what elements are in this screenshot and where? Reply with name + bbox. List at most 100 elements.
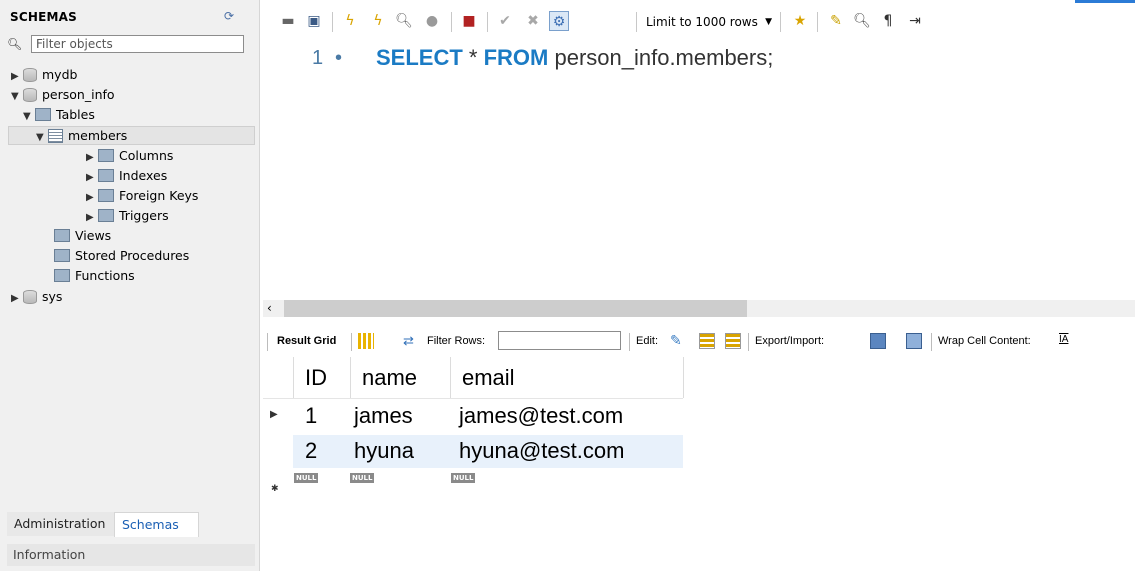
folder-icon [54, 269, 70, 282]
information-panel-header[interactable]: Information ::::::::::::::::::::::::::::… [7, 544, 255, 566]
filter-objects-bar: 🔍︎ [7, 34, 247, 56]
schemas-header: SCHEMAS ⟳ [0, 0, 259, 32]
add-snippet-icon[interactable]: ★ [790, 11, 810, 31]
tree-item-sys[interactable]: ▶ sys [11, 287, 62, 306]
tree-item-members[interactable]: ▼ members [36, 126, 127, 145]
tree-item-label: Columns [119, 148, 174, 163]
tree-item-triggers[interactable]: ▶ Triggers [86, 206, 169, 225]
result-grid: ID name email ▶ 1 james james@test.com 2… [263, 357, 1135, 497]
column-header-email[interactable]: email [462, 365, 515, 391]
explain-icon[interactable]: 🔍︎ [394, 11, 414, 31]
schema-navigator: SCHEMAS ⟳ 🔍︎ ▶mydb ▼person_info ▼Tables … [0, 0, 260, 571]
null-badge[interactable]: NULL [294, 473, 319, 483]
folder-icon [98, 209, 114, 222]
folder-icon [35, 108, 51, 121]
execute-icon[interactable]: ϟ [340, 11, 360, 31]
import-icon[interactable] [906, 333, 922, 349]
tree-item-label: Tables [56, 107, 95, 122]
execute-current-icon[interactable]: ϟ [368, 11, 388, 31]
table-row[interactable]: 2 hyuna hyuna@test.com [293, 435, 683, 468]
folder-icon [98, 169, 114, 182]
expand-arrow-icon[interactable]: ▶ [86, 168, 98, 187]
scroll-left-icon[interactable]: ‹ [267, 300, 272, 317]
column-header-name[interactable]: name [362, 365, 417, 391]
save-icon[interactable]: ▣ [304, 11, 324, 31]
tree-item-foreign-keys[interactable]: ▶ Foreign Keys [86, 186, 198, 205]
columns-folder-icon [98, 149, 114, 162]
expand-arrow-icon[interactable]: ▶ [11, 289, 23, 308]
tab-schemas[interactable]: Schemas [114, 512, 199, 537]
tree-item-functions[interactable]: Functions [42, 266, 135, 285]
sql-editor[interactable]: 1 • SELECT * FROM person_info.members; [263, 42, 1135, 297]
tree-item-label: Foreign Keys [119, 188, 199, 203]
collapse-arrow-icon[interactable]: ▼ [11, 87, 23, 106]
cell-name[interactable]: james [354, 403, 413, 429]
search-icon: 🔍︎ [7, 37, 23, 51]
collapse-arrow-icon[interactable]: ▼ [23, 107, 35, 126]
expand-arrow-icon[interactable]: ▶ [86, 148, 98, 167]
invisible-chars-icon[interactable]: ¶ [878, 11, 898, 31]
tree-item-stored-procedures[interactable]: Stored Procedures [42, 246, 189, 265]
result-grid-tab[interactable]: Result Grid [277, 335, 336, 347]
tab-administration[interactable]: Administration [7, 512, 120, 536]
find-icon[interactable]: 🔍︎ [852, 11, 872, 31]
database-icon [23, 289, 37, 304]
commit-icon[interactable]: ✔ [495, 11, 515, 31]
toggle-error-icon[interactable]: ■ [459, 11, 479, 31]
stop-icon[interactable]: ● [422, 11, 442, 31]
expand-arrow-icon[interactable]: ▶ [86, 188, 98, 207]
rollback-icon[interactable]: ✖ [523, 11, 543, 31]
column-header-id[interactable]: ID [305, 365, 327, 391]
sql-statement[interactable]: SELECT * FROM person_info.members; [376, 45, 773, 71]
new-row-marker-icon: ✱ [271, 483, 279, 493]
wrap-lines-icon[interactable]: ⇥ [905, 11, 925, 31]
cell-id[interactable]: 1 [305, 403, 317, 429]
refresh-icon[interactable]: ⟳ [224, 9, 234, 23]
filter-objects-input[interactable] [31, 35, 244, 53]
sidebar-tabs: Administration Schemas [7, 512, 255, 537]
sql-keyword-from: FROM [483, 45, 549, 70]
expand-arrow-icon[interactable]: ▶ [11, 67, 23, 86]
open-folder-icon[interactable]: ▬ [278, 11, 298, 31]
expand-arrow-icon[interactable]: ▶ [86, 208, 98, 227]
refresh-icon[interactable]: ⇄ [403, 333, 414, 349]
cell-id[interactable]: 2 [305, 438, 317, 464]
beautify-icon[interactable]: ✎ [826, 11, 846, 31]
sql-keyword-select: SELECT [376, 45, 463, 70]
filter-rows-label: Filter Rows: [427, 335, 486, 347]
cell-name[interactable]: hyuna [354, 438, 414, 464]
export-icon[interactable] [870, 333, 886, 349]
tree-item-label: Functions [75, 268, 135, 283]
tree-item-label: Triggers [119, 208, 169, 223]
tree-item-label: mydb [42, 67, 78, 82]
table-row[interactable]: ▶ 1 james james@test.com [263, 400, 683, 433]
filter-rows-input[interactable] [498, 331, 621, 350]
edit-row-icon[interactable]: ✎ [670, 332, 682, 349]
null-badge[interactable]: NULL [451, 473, 476, 483]
scrollbar-thumb[interactable] [284, 300, 747, 317]
tree-item-mydb[interactable]: ▶ mydb [11, 65, 77, 84]
collapse-arrow-icon[interactable]: ▼ [36, 128, 48, 147]
folder-icon [98, 189, 114, 202]
add-row-icon[interactable] [699, 333, 715, 349]
tree-item-indexes[interactable]: ▶ Indexes [86, 166, 167, 185]
tree-item-views[interactable]: Views [42, 226, 111, 245]
grid-view-icon[interactable] [358, 333, 374, 349]
cell-email[interactable]: hyuna@test.com [459, 438, 624, 464]
tree-item-tables[interactable]: ▼ Tables [23, 105, 95, 124]
editor-horizontal-scrollbar[interactable]: ‹ [263, 300, 1135, 317]
autocommit-icon[interactable]: ⚙ [549, 11, 569, 31]
limit-rows-select[interactable]: Limit to 1000 rows ▼ [646, 13, 774, 31]
tree-item-label: members [68, 128, 128, 143]
tree-item-label: Stored Procedures [75, 248, 190, 263]
limit-rows-label: Limit to 1000 rows [646, 15, 758, 29]
folder-icon [54, 229, 70, 242]
wrap-cell-toggle-icon[interactable]: IA [1059, 334, 1068, 345]
tree-item-person-info[interactable]: ▼ person_info [11, 85, 115, 104]
database-icon [23, 67, 37, 82]
edit-label: Edit: [636, 335, 659, 347]
cell-email[interactable]: james@test.com [459, 403, 623, 429]
delete-row-icon[interactable] [725, 333, 741, 349]
tree-item-columns[interactable]: ▶ Columns [86, 146, 173, 165]
null-badge[interactable]: NULL [350, 473, 375, 483]
